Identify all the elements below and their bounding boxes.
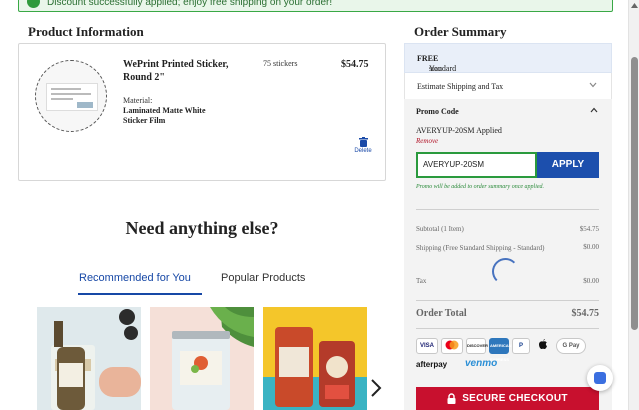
product-image-1[interactable] [37,307,141,410]
venmo-icon: venmo [465,358,498,369]
subtotal-label: Subtotal (1 Item) [416,225,464,233]
loading-spinner-icon [492,258,519,285]
material-value: Laminated Matte White Sticker Film [123,106,206,125]
material-label: Material: [123,96,153,105]
page-scrollbar[interactable] [628,0,639,410]
lock-icon [447,393,456,404]
qualified-free: FREE [417,54,439,63]
tax-label: Tax [416,277,427,285]
trash-icon [358,137,368,147]
paypal-icon: P [512,338,530,354]
promo-note: Promo will be added to order summary onc… [416,184,545,190]
secure-checkout-label: SECURE CHECKOUT [462,393,568,404]
visa-icon: VISA [416,338,438,354]
order-total-value: $54.75 [571,308,600,319]
estimate-shipping-label: Estimate Shipping and Tax [417,82,504,91]
upsell-title: Need anything else? [125,218,279,238]
shipping-label: Shipping (Free Standard Shipping - Stand… [416,244,545,252]
mastercard-icon [441,338,463,354]
tax-value: $0.00 [583,277,599,285]
product-card: WePrint Printed Sticker, Round 2" Materi… [18,43,386,181]
delete-label: Delete [354,148,372,154]
discover-icon: DISCOVER [466,338,488,354]
chat-widget-icon [594,372,606,384]
promo-code-header[interactable]: Promo Code [416,107,459,116]
chevron-up-icon[interactable] [590,107,598,113]
banner-message: Discount successfully applied; enjoy fre… [47,0,333,8]
success-banner: Discount successfully applied; enjoy fre… [18,0,613,12]
product-price: $54.75 [341,59,369,70]
tab-recommended[interactable]: Recommended for You [79,272,191,284]
product-image-2[interactable] [150,307,254,410]
divider [416,328,599,329]
promo-code-input[interactable]: AVERYUP-20SM [416,152,537,178]
order-total-label: Order Total [416,308,467,319]
product-quantity: 75 stickers [263,59,298,68]
active-tab-indicator [78,293,202,295]
afterpay-icon: afterpay [416,360,448,369]
free-shipping-notice: You qualified for FREE standard US Shipp… [404,43,612,91]
divider [416,209,599,210]
scrollbar-thumb[interactable] [631,57,638,330]
product-info-title: Product Information [28,24,144,39]
estimate-shipping-toggle[interactable]: Estimate Shipping and Tax [404,73,612,99]
google-pay-icon: G Pay [556,338,586,354]
carousel-next-chevron-right-icon[interactable] [370,378,382,398]
promo-remove-link[interactable]: Remove [416,137,438,145]
secure-checkout-button[interactable]: SECURE CHECKOUT [416,387,599,410]
divider [416,300,599,301]
subtotal-value: $54.75 [579,225,599,233]
product-image-3[interactable] [263,307,367,410]
delete-button[interactable]: Delete [351,137,375,154]
tab-popular-products[interactable]: Popular Products [221,272,305,284]
scroll-up-arrow-icon[interactable] [631,3,638,8]
apple-pay-icon [534,338,552,354]
order-summary-title: Order Summary [414,24,507,39]
check-circle-icon [27,0,40,8]
amex-icon: AMERICAN EXPRESS [489,338,512,362]
promo-applied-text: AVERYUP-20SM Applied [416,126,502,135]
apply-button[interactable]: APPLY [537,152,599,178]
chat-widget-button[interactable] [587,365,613,391]
order-summary-panel: You qualified for FREE standard US Shipp… [404,43,612,410]
product-thumbnail[interactable] [35,60,107,132]
shipping-value: $0.00 [583,243,599,251]
product-name[interactable]: WePrint Printed Sticker, Round 2" [123,58,243,84]
chevron-down-icon [589,82,597,88]
